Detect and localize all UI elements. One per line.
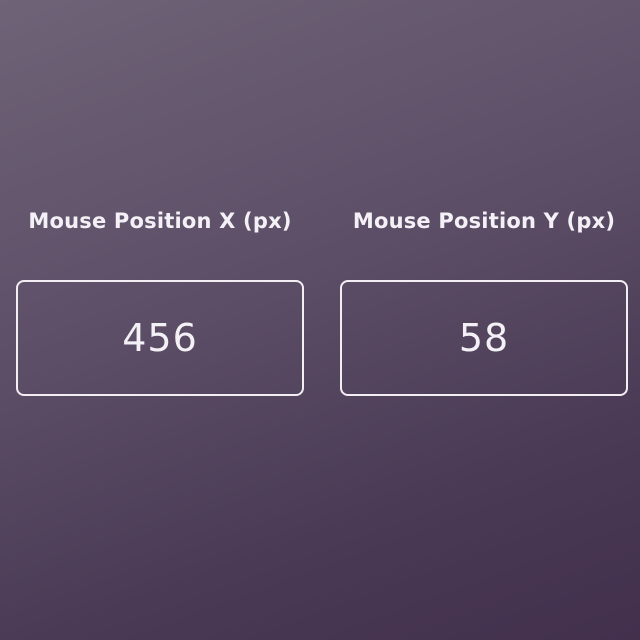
mouse-position-y-label: Mouse Position Y (px): [352, 209, 616, 233]
mouse-position-x-value: 456: [122, 316, 198, 360]
mouse-position-y-panel: Mouse Position Y (px) 58: [340, 204, 628, 396]
mouse-position-x-display: 456: [16, 280, 304, 396]
mouse-position-y-display: 58: [340, 280, 628, 396]
mouse-position-x-label: Mouse Position X (px): [28, 209, 292, 233]
mouse-position-x-panel: Mouse Position X (px) 456: [16, 204, 304, 396]
mouse-position-y-value: 58: [458, 316, 510, 360]
